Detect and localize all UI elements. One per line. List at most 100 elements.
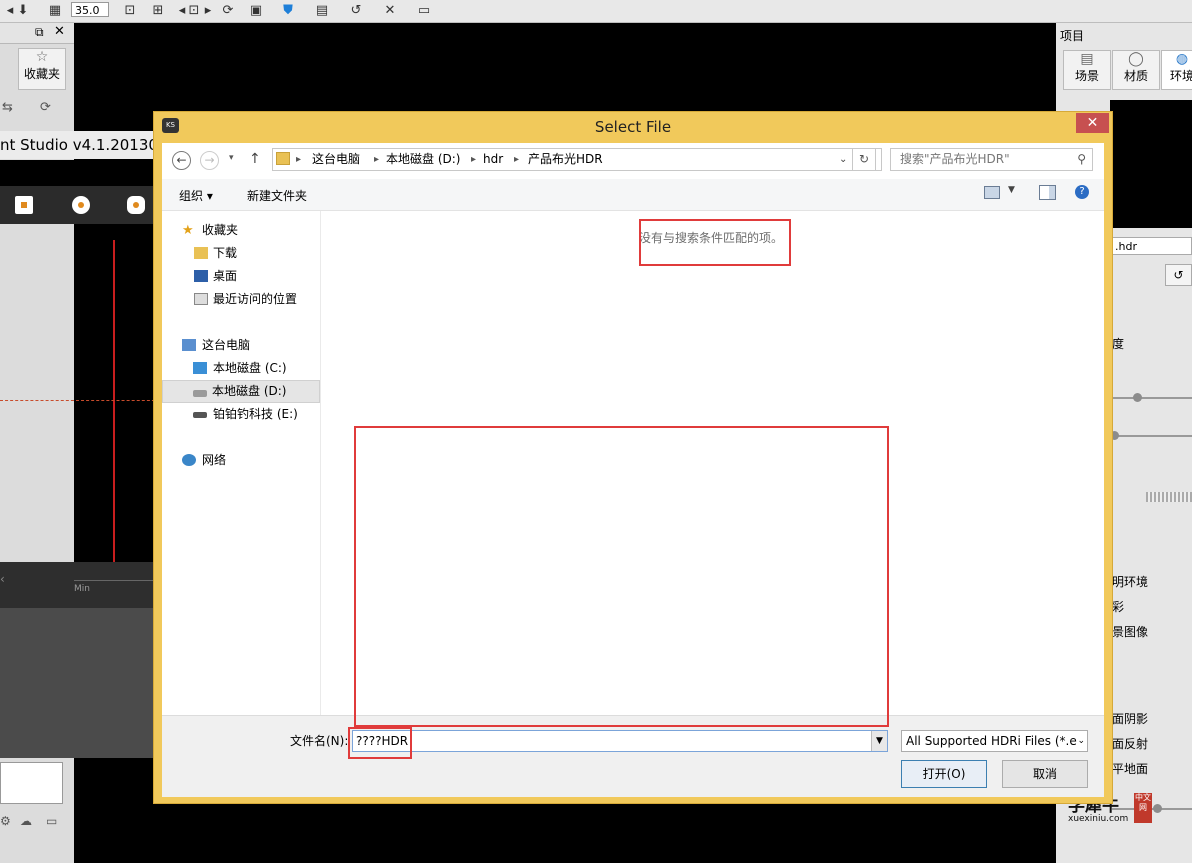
view-options-icon[interactable] — [984, 186, 1000, 199]
brightness-label: 度 — [1112, 337, 1125, 351]
search-input[interactable]: 搜索"产品布光HDR" ⚲ — [890, 148, 1093, 171]
curve-icon[interactable]: ↺ — [348, 3, 364, 19]
back-arrow-icon[interactable]: ← — [172, 151, 191, 170]
edit-hdr-button[interactable]: ↺ — [1165, 264, 1192, 286]
camera-pan-icon[interactable]: ⊞ — [150, 3, 166, 19]
star-icon: ★ — [182, 223, 194, 238]
hdr-file-field[interactable]: .hdr — [1112, 237, 1192, 255]
folder-refresh-icon[interactable]: ⇆ — [2, 100, 13, 115]
arrow-down-icon[interactable]: ⬇ — [15, 3, 31, 19]
nav-drive-d[interactable]: 本地磁盘 (D:) — [162, 380, 320, 403]
left-lower-panel — [0, 762, 63, 804]
nav-desktop[interactable]: 桌面 — [162, 265, 320, 288]
gradient-strip[interactable] — [1146, 492, 1192, 502]
flat-ground-label: 平地面 — [1112, 762, 1149, 776]
recent-locations-chevron-icon[interactable]: ▾ — [229, 153, 234, 163]
up-arrow-icon[interactable]: ↑ — [249, 151, 261, 167]
view-dropdown-icon[interactable]: ▼ — [1008, 185, 1015, 195]
nav-drive-e-label: 铂铂钓科技 (E:) — [213, 407, 298, 421]
filename-dropdown-icon[interactable]: ▼ — [871, 731, 887, 751]
new-folder-button[interactable]: 新建文件夹 — [247, 187, 307, 204]
viewport-guide-line — [113, 240, 115, 562]
zoom-input[interactable]: 35.0 — [71, 2, 109, 17]
tab-material-label: 材质 — [1123, 69, 1148, 83]
open-button[interactable]: 打开(O) — [901, 760, 987, 788]
navigation-row: ← → ▾ ↑ ▸ 这台电脑 ▸ 本地磁盘 (D:) ▸ hdr ▸ 产品布光H… — [162, 143, 1104, 179]
navigation-pane: ★ 收藏夹 下载 桌面 最近访问的位置 这台电脑 本地磁盘 (C:) 本地磁盘 … — [162, 211, 321, 716]
refresh-button[interactable]: ↻ — [852, 148, 876, 171]
download-folder-icon — [194, 247, 208, 259]
slider-track-1 — [1112, 397, 1192, 399]
nav-recent[interactable]: 最近访问的位置 — [162, 288, 320, 311]
timeline-collapse-icon[interactable]: ‹ — [0, 572, 5, 586]
breadcrumb-separator: ▸ — [471, 154, 477, 165]
background-image-label: 景图像 — [1112, 625, 1149, 639]
nav-desktop-label: 桌面 — [213, 269, 238, 283]
nav-drive-c[interactable]: 本地磁盘 (C:) — [162, 357, 320, 380]
folder-icon[interactable]: ▭ — [46, 814, 57, 828]
breadcrumb-this-pc[interactable]: 这台电脑 — [312, 149, 360, 170]
tab-environment[interactable]: ◍ 环境 — [1161, 50, 1192, 90]
help-icon[interactable]: ? — [1075, 185, 1089, 199]
breadcrumb-drive-d[interactable]: 本地磁盘 (D:) — [386, 149, 460, 170]
panel-icon[interactable]: ▤ — [314, 3, 330, 19]
address-dropdown-icon[interactable]: ⌄ — [839, 149, 847, 170]
tab-material[interactable]: ◯ 材质 — [1112, 50, 1160, 90]
refresh-icon: ↻ — [858, 152, 870, 166]
close-icon[interactable]: ✕ — [54, 24, 65, 39]
tab-scene-label: 场景 — [1074, 69, 1099, 83]
camera-next-icon[interactable]: ▸ — [200, 3, 216, 19]
ground-shadow-label: 面阴影 — [1112, 712, 1149, 726]
viewport-dashed-line — [0, 400, 160, 401]
forward-arrow-icon[interactable]: → — [200, 151, 219, 170]
color-label: 彩 — [1112, 600, 1125, 614]
network-icon — [182, 454, 196, 466]
app-title: nt Studio v4.1.201301 — [0, 131, 160, 159]
breadcrumb-separator: ▸ — [374, 154, 380, 165]
nav-drive-c-label: 本地磁盘 (C:) — [213, 361, 287, 375]
console-icon[interactable]: ▭ — [416, 3, 432, 19]
node-icon[interactable]: ✕ — [382, 3, 398, 19]
lock-icon[interactable]: ▣ — [248, 3, 264, 19]
nav-this-pc[interactable]: 这台电脑 — [162, 334, 320, 357]
refresh-icon[interactable]: ⟳ — [220, 3, 236, 19]
breadcrumb-current[interactable]: 产品布光HDR — [528, 149, 603, 170]
nav-this-pc-label: 这台电脑 — [202, 338, 251, 352]
camera-zoom-icon[interactable]: ⊡ — [122, 3, 138, 19]
close-button[interactable]: ✕ — [1076, 113, 1109, 133]
folder-icon — [276, 152, 290, 165]
nav-drive-e[interactable]: 铂铂钓科技 (E:) — [162, 403, 320, 426]
filetype-select[interactable]: All Supported HDRi Files (*.e ⌄ — [901, 730, 1088, 752]
address-bar[interactable]: ▸ 这台电脑 ▸ 本地磁盘 (D:) ▸ hdr ▸ 产品布光HDR ⌄ — [272, 148, 882, 171]
square-tool-button[interactable] — [15, 196, 33, 214]
slider-knob-1[interactable] — [1133, 393, 1142, 402]
settings-icon[interactable]: ⚙ — [0, 814, 11, 828]
preview-pane-icon[interactable] — [1039, 185, 1056, 200]
filename-input[interactable]: ????HDR ▼ — [352, 730, 888, 752]
breadcrumb-separator: ▸ — [514, 154, 520, 165]
restore-icon[interactable]: ⧉ — [35, 25, 44, 40]
tab-scene[interactable]: ▤ 场景 — [1063, 50, 1111, 90]
recent-places-icon — [194, 293, 208, 305]
nav-network[interactable]: 网络 — [162, 449, 320, 472]
scene-icon: ▤ — [1080, 51, 1094, 67]
windows-drive-icon — [193, 362, 207, 374]
grid-icon[interactable]: ▦ — [47, 3, 63, 19]
shield-icon[interactable]: ⛊ — [280, 3, 296, 19]
timeline[interactable]: ‹ Min — [0, 562, 160, 608]
star-icon: ☆ — [35, 49, 49, 65]
favorites-tab[interactable]: ☆ 收藏夹 — [18, 48, 66, 90]
timeline-min-label: Min — [74, 584, 90, 594]
breadcrumb-hdr[interactable]: hdr — [483, 149, 503, 170]
reload-icon[interactable]: ⟳ — [40, 100, 51, 115]
search-icon: ⚲ — [1077, 152, 1086, 166]
project-header: 项目 — [1060, 29, 1085, 43]
cancel-button[interactable]: 取消 — [1002, 760, 1088, 788]
organize-menu[interactable]: 组织 ▾ — [179, 187, 213, 204]
hex-tool-button[interactable] — [127, 196, 145, 214]
circle-tool-button[interactable] — [72, 196, 90, 214]
nav-favorites[interactable]: ★ 收藏夹 — [162, 219, 320, 242]
nav-downloads[interactable]: 下载 — [162, 242, 320, 265]
cloud-upload-icon[interactable]: ☁ — [20, 814, 32, 828]
nav-favorites-label: 收藏夹 — [202, 223, 239, 237]
